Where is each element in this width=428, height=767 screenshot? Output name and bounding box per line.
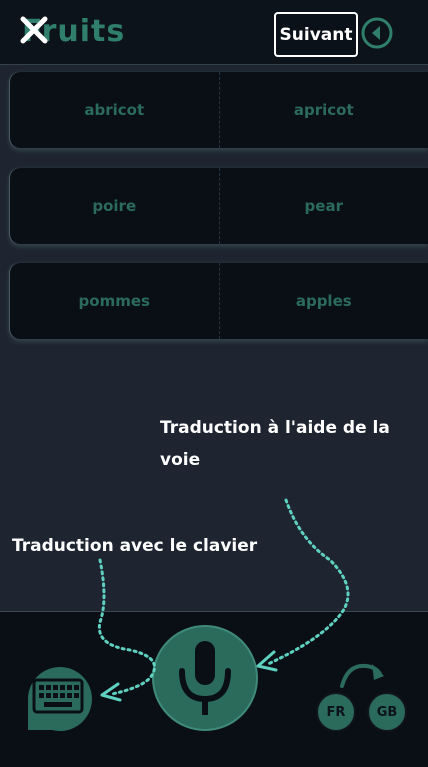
close-icon[interactable] xyxy=(18,14,50,46)
word-english: pear xyxy=(220,168,428,244)
microphone-icon xyxy=(154,627,256,729)
vocab-card[interactable]: poire pear xyxy=(10,168,428,244)
voice-hint: Traduction à l'aide de la voie xyxy=(160,412,410,476)
vocab-card[interactable]: abricot apricot xyxy=(10,72,428,148)
vocab-card[interactable]: pommes apples xyxy=(10,263,428,339)
top-bar: Fruits Suivant xyxy=(0,0,428,65)
language-to-badge[interactable]: GB xyxy=(367,692,407,732)
back-circle-icon[interactable] xyxy=(360,16,394,50)
language-from-badge[interactable]: FR xyxy=(316,692,356,732)
word-english: apples xyxy=(220,263,428,339)
microphone-button[interactable] xyxy=(152,625,258,731)
word-french: pommes xyxy=(10,263,220,339)
word-french: abricot xyxy=(10,72,220,148)
word-english: apricot xyxy=(220,72,428,148)
next-button[interactable]: Suivant xyxy=(274,12,358,57)
keyboard-hint: Traduction avec le clavier xyxy=(12,530,292,562)
word-french: poire xyxy=(10,168,220,244)
swap-arrow-icon[interactable] xyxy=(336,658,388,688)
keyboard-icon[interactable] xyxy=(22,660,94,732)
